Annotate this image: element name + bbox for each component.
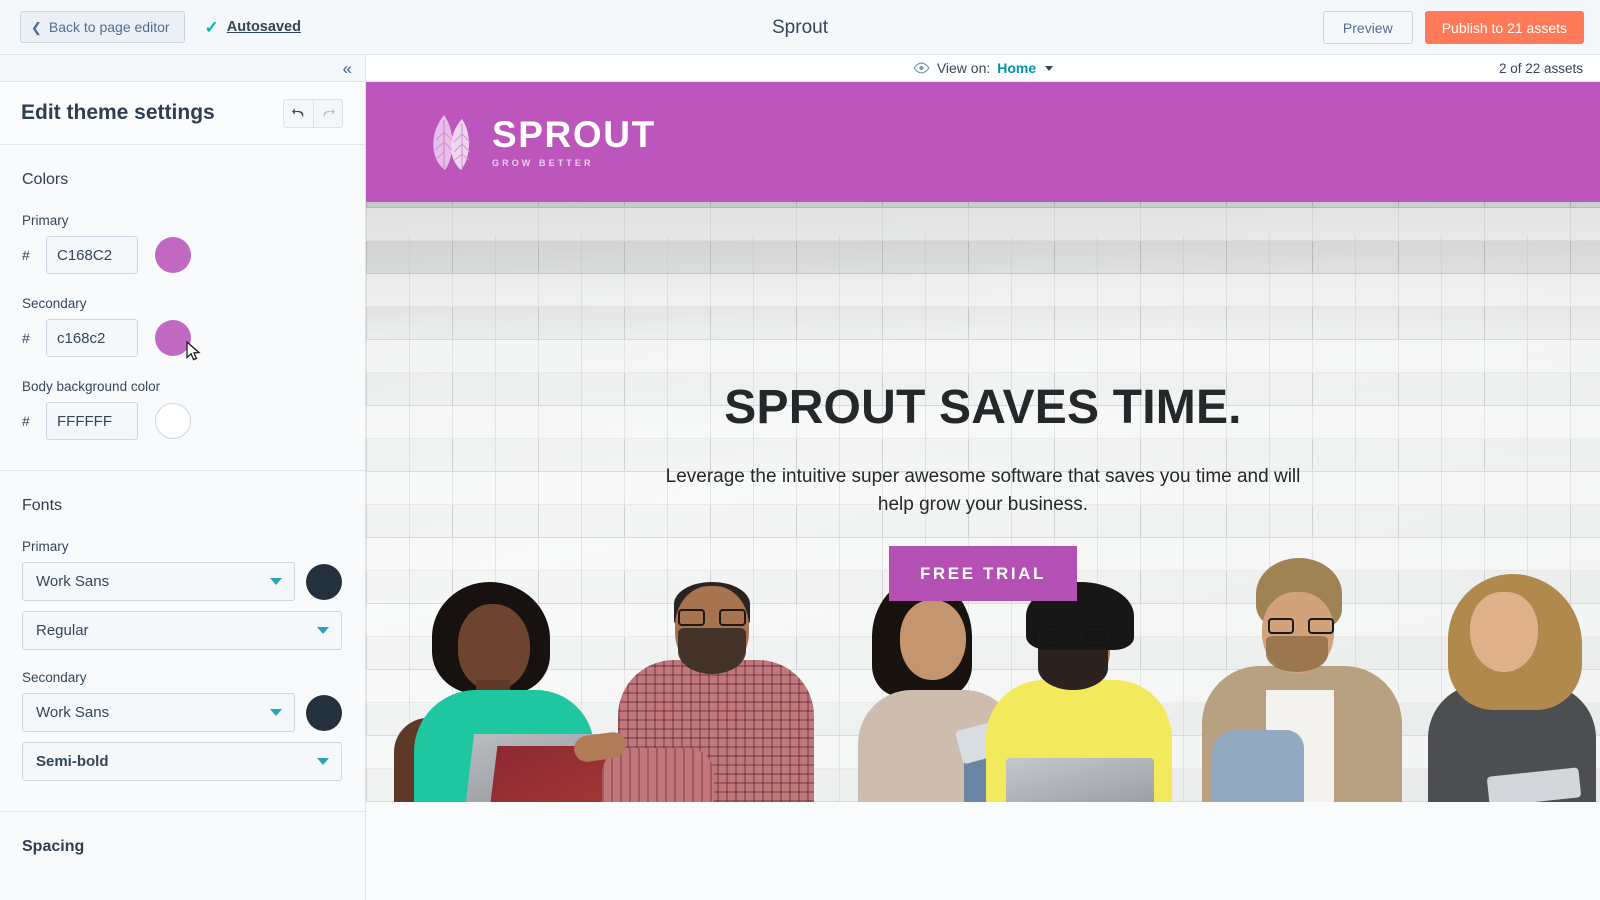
- fonts-section-title: Fonts: [22, 497, 63, 514]
- hash-symbol: #: [22, 330, 30, 346]
- hash-symbol: #: [22, 413, 30, 429]
- theme-settings-sidebar: « Edit theme settings Colors Primary # C…: [0, 55, 366, 900]
- primary-font-weight-select[interactable]: Regular: [22, 611, 342, 650]
- site-logo[interactable]: SPROUT GROW BETTER: [425, 112, 656, 172]
- secondary-color-swatch[interactable]: [155, 320, 191, 356]
- primary-font-label: Primary: [22, 539, 69, 554]
- history-buttons: [283, 98, 343, 128]
- preview-button[interactable]: Preview: [1322, 11, 1413, 44]
- primary-font-weight-value: Regular: [36, 622, 89, 639]
- logo-tagline: GROW BETTER: [492, 158, 594, 168]
- undo-button[interactable]: [284, 99, 313, 127]
- primary-font-family-value: Work Sans: [36, 573, 110, 590]
- preview-view-bar: View on: Home 2 of 22 assets: [366, 55, 1600, 82]
- back-to-page-editor-button[interactable]: ❮ Back to page editor: [20, 11, 185, 43]
- back-button-label: Back to page editor: [48, 19, 170, 35]
- hero-title: SPROUT SAVES TIME.: [724, 381, 1242, 434]
- color-field-body-background: Body background color #: [22, 379, 343, 440]
- color-field-primary: Primary #: [22, 213, 343, 274]
- view-on-control: View on: Home: [366, 60, 1600, 76]
- hash-symbol: #: [22, 247, 30, 263]
- secondary-color-label: Secondary: [22, 296, 87, 311]
- primary-font-family-select[interactable]: Work Sans: [22, 562, 295, 601]
- redo-button[interactable]: [313, 99, 342, 127]
- free-trial-button[interactable]: FREE TRIAL: [888, 546, 1078, 602]
- chevrons-left-icon[interactable]: «: [343, 60, 353, 77]
- theme-editor-app: ❮ Back to page editor ✓ Autosaved Sprout…: [0, 0, 1600, 900]
- primary-color-input[interactable]: [46, 236, 138, 274]
- colors-panel: Colors Primary # Secondary #: [0, 144, 365, 470]
- spacing-section-title: Spacing: [22, 838, 85, 855]
- secondary-font-weight-value: Semi-bold: [36, 753, 109, 770]
- undo-icon: [292, 107, 304, 118]
- sidebar-header: Edit theme settings: [0, 82, 365, 144]
- body-background-color-input[interactable]: [46, 402, 138, 440]
- top-toolbar-actions: Preview Publish to 21 assets: [1322, 0, 1584, 55]
- redo-icon: [323, 107, 335, 118]
- autosaved-label[interactable]: Autosaved: [227, 19, 301, 35]
- colors-section-title: Colors: [22, 171, 69, 188]
- check-icon: ✓: [204, 17, 219, 37]
- top-toolbar: ❮ Back to page editor ✓ Autosaved Sprout…: [0, 0, 1600, 55]
- chevron-down-icon: [270, 578, 282, 585]
- body-background-color-swatch[interactable]: [155, 403, 191, 439]
- secondary-font-family-select[interactable]: Work Sans: [22, 693, 295, 732]
- site-preview-canvas: SPROUT GROW BETTER SPROUT SAVES TIME. Le…: [366, 82, 1600, 900]
- secondary-color-input[interactable]: [46, 319, 138, 357]
- leaf-icon: [433, 115, 471, 170]
- spacing-panel: Spacing: [0, 811, 365, 856]
- fonts-panel: Fonts Primary Work Sans Regular Secondar…: [0, 470, 365, 811]
- view-on-value[interactable]: Home: [997, 60, 1036, 76]
- chevron-down-icon: [270, 709, 282, 716]
- color-field-secondary: Secondary #: [22, 296, 343, 361]
- secondary-font-color-swatch[interactable]: [306, 694, 342, 731]
- publish-button[interactable]: Publish to 21 assets: [1424, 11, 1584, 44]
- hero-section: SPROUT SAVES TIME. Leverage the intuitiv…: [366, 202, 1600, 802]
- secondary-font-family-value: Work Sans: [36, 704, 110, 721]
- autosaved-status[interactable]: ✓ Autosaved: [205, 19, 301, 36]
- chevron-down-icon[interactable]: [1045, 65, 1054, 71]
- chevron-down-icon: [317, 627, 329, 634]
- hero-content: SPROUT SAVES TIME. Leverage the intuitiv…: [366, 202, 1600, 602]
- asset-count-label: 2 of 22 assets: [1498, 60, 1583, 76]
- site-header: SPROUT GROW BETTER: [366, 82, 1600, 202]
- view-on-label: View on:: [936, 60, 991, 76]
- chevron-left-icon: ❮: [31, 19, 42, 35]
- chevron-down-icon: [317, 758, 329, 765]
- secondary-font-weight-select[interactable]: Semi-bold: [22, 742, 342, 781]
- sidebar-title: Edit theme settings: [21, 101, 215, 124]
- logo-wordmark: SPROUT: [492, 114, 656, 155]
- sidebar-collapse-bar: «: [0, 55, 365, 82]
- secondary-font-label: Secondary: [22, 670, 87, 685]
- eye-icon: [913, 62, 930, 74]
- primary-font-color-swatch[interactable]: [306, 563, 342, 600]
- preview-area: View on: Home 2 of 22 assets SPROUT GROW…: [366, 55, 1600, 900]
- hero-subtitle: Leverage the intuitive super awesome sof…: [665, 466, 1301, 515]
- body-background-color-label: Body background color: [22, 379, 161, 394]
- primary-color-label: Primary: [22, 213, 69, 228]
- primary-color-swatch[interactable]: [155, 237, 191, 273]
